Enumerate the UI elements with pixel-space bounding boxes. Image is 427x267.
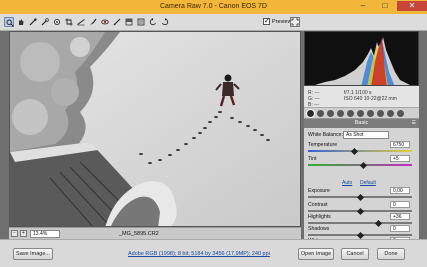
fullscreen-icon (291, 18, 299, 26)
hand-icon (19, 19, 24, 25)
preview-checkbox[interactable] (263, 17, 270, 25)
workflow-options-link[interactable]: Adobe RGB (1998); 8 bit; 5184 by 3456 (1… (128, 251, 270, 257)
panel-menu-icon[interactable]: ☰ (412, 120, 416, 126)
slider-thumb-temperature[interactable] (351, 147, 359, 155)
slider-value-contrast[interactable]: 0 (390, 201, 410, 208)
histogram-graph (315, 37, 410, 85)
zoom-in-button[interactable]: + (20, 230, 27, 237)
exposure-info: f/7.1 1/100 s ISO 640 10-22@22 mm (344, 90, 397, 102)
rotate-ccw-icon (149, 18, 156, 26)
slider-label-contrast: Contrast (308, 202, 328, 208)
hsl-tab[interactable] (337, 110, 344, 117)
toolbar: Preview (0, 14, 427, 31)
crop-icon (65, 18, 73, 26)
exposure-readout: R: --- G: --- B: --- f/7.1 1/100 s ISO 6… (304, 86, 419, 108)
white-balance-tool[interactable] (28, 17, 38, 27)
graduated-filter-icon (125, 18, 133, 26)
spot-removal-icon (90, 18, 97, 25)
slider-label-temperature: Temperature (308, 142, 338, 148)
section-title: Basic (354, 120, 369, 126)
slider-value-shadows[interactable]: 0 (390, 225, 410, 232)
adjustment-brush-icon (113, 18, 121, 26)
slider-thumb-exposure[interactable] (356, 193, 364, 201)
slider-value-exposure[interactable]: 0,00 (390, 187, 410, 194)
preview-label: Preview (272, 19, 292, 25)
auto-link[interactable]: Auto (342, 180, 352, 186)
slider-label-tint: Tint (308, 156, 317, 162)
red-eye-icon (101, 19, 109, 25)
slider-thumb-highlights[interactable] (375, 219, 383, 227)
maximize-button[interactable]: □ (374, 1, 396, 11)
color-sampler-icon (41, 18, 49, 26)
save-image-button[interactable]: Save Image... (13, 248, 53, 260)
zoom-tool[interactable] (4, 17, 14, 27)
adjustment-brush-tool[interactable] (112, 17, 122, 27)
hand-tool[interactable] (16, 17, 26, 27)
detail-tab[interactable] (327, 110, 334, 117)
presets-tab[interactable] (387, 110, 394, 117)
spot-removal-tool[interactable] (88, 17, 98, 27)
default-link[interactable]: Default (360, 180, 376, 186)
zoom-out-button[interactable]: − (11, 230, 18, 237)
slider-thumb-tint[interactable] (359, 161, 367, 169)
preferences-tool[interactable] (136, 17, 146, 27)
white-balance-icon (29, 18, 37, 26)
minimize-icon: – (360, 1, 366, 10)
slider-thumb-shadows[interactable] (356, 231, 364, 239)
tone-curve-tab[interactable] (317, 110, 324, 117)
color-sampler-tool[interactable] (40, 17, 50, 27)
slider-thumb-contrast[interactable] (356, 207, 364, 215)
target-adjust-tool[interactable] (52, 17, 62, 27)
open-image-button[interactable]: Open Image (298, 248, 334, 260)
graduated-filter-tool[interactable] (124, 17, 134, 27)
rotate-ccw-tool[interactable] (148, 17, 158, 27)
fullscreen-button[interactable] (290, 17, 300, 27)
slider-track-highlights[interactable] (308, 222, 412, 224)
maximize-icon: □ (382, 1, 388, 10)
close-button[interactable]: ✕ (397, 1, 427, 11)
rgb-values: R: --- G: --- B: --- (308, 90, 320, 108)
slider-value-tint[interactable]: +5 (390, 155, 410, 162)
red-eye-tool[interactable] (100, 17, 110, 27)
cancel-button[interactable]: Cancel (341, 248, 369, 260)
adjustments-panel: R: --- G: --- B: --- f/7.1 1/100 s ISO 6… (304, 31, 419, 263)
footer-bar: Save Image... Adobe RGB (1998); 8 bit; 5… (0, 239, 427, 267)
straighten-icon (77, 19, 85, 26)
zoom-icon (6, 19, 14, 27)
minimize-button[interactable]: – (352, 1, 374, 11)
split-toning-tab[interactable] (347, 110, 354, 117)
preferences-icon (137, 18, 145, 26)
slider-value-temperature[interactable]: 6750 (390, 141, 410, 148)
rotate-cw-icon (162, 18, 169, 26)
straighten-tool[interactable] (76, 17, 86, 27)
white-balance-label: White Balance: (308, 132, 343, 138)
rotate-cw-tool[interactable] (160, 17, 170, 27)
slider-label-exposure: Exposure (308, 188, 330, 194)
image-status-bar: − + 13.4% _MG_5895.CR2 (9, 227, 301, 239)
panel-tabs (304, 108, 419, 119)
target-adjust-icon (54, 19, 60, 25)
done-button[interactable]: Done (377, 248, 405, 260)
white-balance-select[interactable]: As Shot (343, 131, 389, 139)
lens-corrections-tab[interactable] (357, 110, 364, 117)
file-name: _MG_5895.CR2 (119, 231, 159, 237)
section-header: Basic ☰ (304, 119, 419, 128)
title-bar: Camera Raw 7.0 - Canon EOS 7D – □ ✕ (0, 0, 427, 14)
slider-label-shadows: Shadows (308, 226, 330, 232)
snapshots-tab[interactable] (397, 110, 404, 117)
crop-tool[interactable] (64, 17, 74, 27)
slider-track-temperature[interactable] (308, 150, 412, 152)
image-preview[interactable] (9, 31, 301, 227)
histogram (304, 31, 419, 86)
slider-value-highlights[interactable]: +36 (390, 213, 410, 220)
photo-snow-scene (10, 32, 300, 226)
close-icon: ✕ (408, 1, 416, 10)
slider-label-highlights: Highlights (308, 214, 331, 220)
zoom-level-select[interactable]: 13.4% (30, 230, 60, 238)
basic-tab[interactable] (307, 110, 314, 117)
camera-calibration-tab[interactable] (377, 110, 384, 117)
effects-tab[interactable] (367, 110, 374, 117)
